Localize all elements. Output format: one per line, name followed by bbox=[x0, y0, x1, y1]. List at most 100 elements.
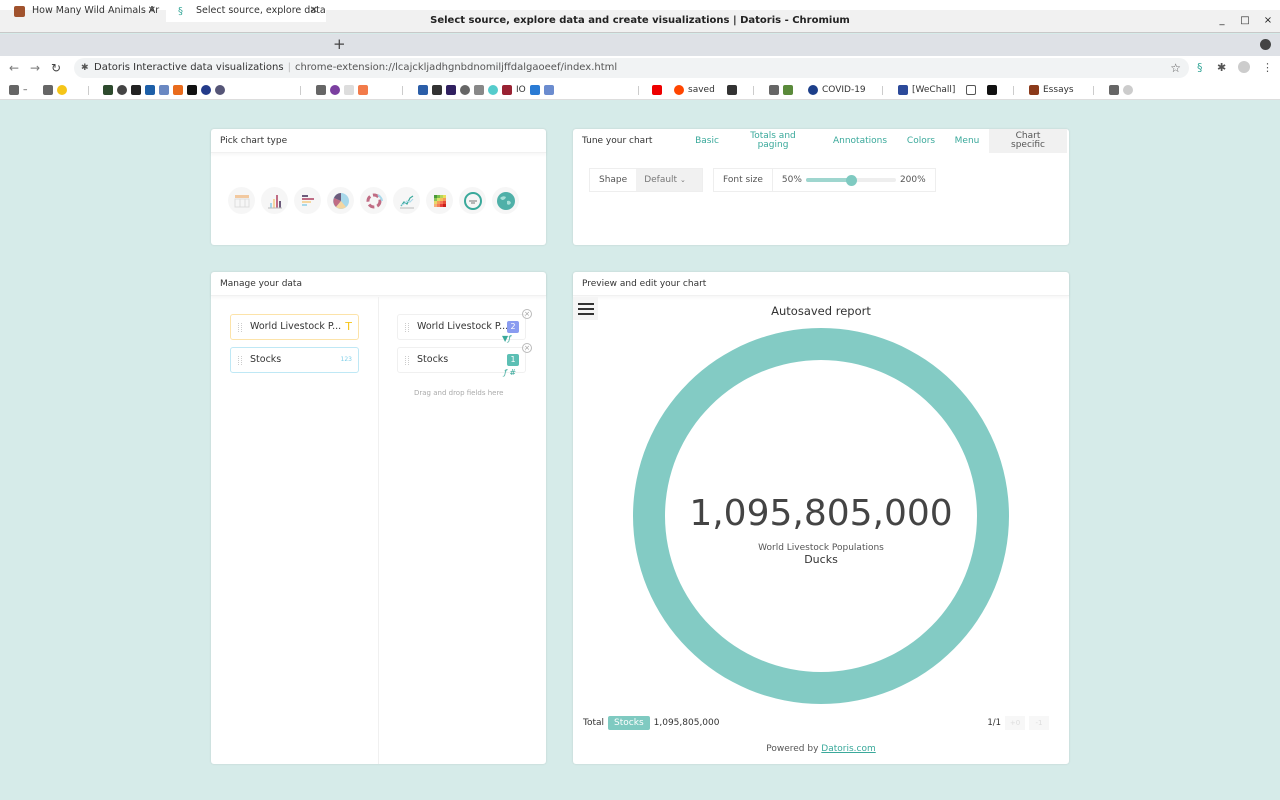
total-label: Total bbox=[583, 718, 605, 728]
bookmark-icon[interactable] bbox=[966, 84, 976, 96]
tab-colors[interactable]: Colors bbox=[897, 136, 945, 146]
reload-icon[interactable]: ↻ bbox=[51, 60, 61, 76]
remove-field-icon[interactable]: × bbox=[522, 343, 532, 353]
slider-knob[interactable] bbox=[845, 175, 857, 186]
bookmark-folder[interactable]: – bbox=[9, 84, 28, 96]
maximize-button[interactable]: □ bbox=[1234, 10, 1256, 33]
total-value: 1,095,805,000 bbox=[653, 718, 720, 728]
line-chart-type[interactable] bbox=[393, 187, 420, 214]
bookmark-icons-group[interactable]: IO bbox=[418, 84, 554, 96]
drop-hint: Drag and drop fields here bbox=[414, 389, 504, 397]
bookmark-icon[interactable] bbox=[727, 84, 737, 96]
bookmark-lock-icon[interactable] bbox=[987, 84, 997, 96]
sunburst-icon bbox=[366, 193, 383, 208]
pie-chart-type[interactable] bbox=[327, 187, 354, 214]
back-icon[interactable]: ← bbox=[9, 60, 19, 76]
map-icon bbox=[496, 191, 515, 210]
tab-wild-animals[interactable]: How Many Wild Animals Ar ✕ bbox=[2, 1, 164, 22]
bookmark-icons-group[interactable] bbox=[103, 84, 225, 96]
address-bar[interactable]: ✱ Datoris Interactive data visualization… bbox=[74, 58, 1189, 78]
heatmap-chart-type[interactable] bbox=[426, 187, 453, 214]
heatmap-icon bbox=[433, 194, 446, 207]
bookmark-icons-group[interactable] bbox=[316, 84, 368, 96]
column-chart-type[interactable] bbox=[261, 187, 288, 214]
tab-totals-paging[interactable]: Totals and paging bbox=[723, 132, 823, 150]
minimize-button[interactable]: _ bbox=[1211, 10, 1233, 33]
tab-basic[interactable]: Basic bbox=[691, 136, 723, 146]
chevron-down-icon: ⌄ bbox=[679, 176, 686, 184]
available-field-stocks[interactable]: Stocks 123 bbox=[230, 347, 359, 373]
order-badge: 2 bbox=[507, 321, 519, 333]
pager-prev-button[interactable]: -1 bbox=[1029, 716, 1049, 730]
profile-icon[interactable] bbox=[1238, 61, 1250, 73]
bookmark-covid[interactable]: COVID-19 bbox=[808, 84, 866, 96]
bookmark-separator bbox=[753, 86, 754, 95]
close-tab-icon[interactable]: ✕ bbox=[310, 1, 318, 21]
shape-select[interactable]: Default ⌄ bbox=[636, 169, 703, 191]
tab-datoris[interactable]: § Select source, explore data ✕ bbox=[166, 1, 326, 22]
bookmark-separator bbox=[300, 86, 301, 95]
bookmark-folder[interactable] bbox=[43, 84, 67, 96]
drag-handle-icon[interactable] bbox=[405, 323, 409, 332]
panel-title: Manage your data bbox=[211, 272, 546, 296]
manage-data-panel: Manage your data World Livestock P... T … bbox=[211, 272, 546, 764]
new-tab-button[interactable]: + bbox=[333, 35, 346, 53]
font-max-label: 200% bbox=[899, 175, 926, 185]
remove-field-icon[interactable]: × bbox=[522, 309, 532, 319]
line-chart-icon bbox=[399, 195, 414, 208]
drag-handle-icon[interactable] bbox=[238, 323, 242, 332]
bookmark-star-icon[interactable]: ☆ bbox=[1170, 58, 1181, 78]
bookmark-youtube[interactable] bbox=[652, 84, 662, 96]
order-badge: 1 bbox=[507, 354, 519, 366]
extensions-puzzle-icon[interactable]: ✱ bbox=[1217, 61, 1226, 75]
close-window-button[interactable]: × bbox=[1257, 10, 1279, 33]
bar-chart-icon bbox=[301, 194, 314, 206]
tab-label: Select source, explore data bbox=[196, 5, 326, 16]
donut-chart-type[interactable] bbox=[459, 187, 486, 214]
drag-handle-icon[interactable] bbox=[238, 356, 242, 365]
tab-label: How Many Wild Animals Ar bbox=[32, 5, 160, 16]
tab-search-icon[interactable] bbox=[1260, 39, 1271, 50]
total-row: Total Stocks 1,095,805,000 bbox=[583, 716, 719, 730]
bookmark-separator bbox=[402, 86, 403, 95]
bookmark-wechall[interactable]: [WeChall] bbox=[898, 84, 955, 96]
pie-chart-icon bbox=[332, 192, 349, 209]
available-field-livestock[interactable]: World Livestock P... T bbox=[230, 314, 359, 340]
table-chart-type[interactable] bbox=[228, 187, 255, 214]
tab-favicon bbox=[14, 6, 25, 17]
forward-icon[interactable]: → bbox=[30, 60, 40, 76]
powered-by: Powered by Datoris.com bbox=[766, 744, 876, 754]
panel-title: Pick chart type bbox=[211, 129, 546, 153]
pager-next-button[interactable]: +0 bbox=[1005, 716, 1025, 730]
sunburst-chart-type[interactable] bbox=[360, 187, 387, 214]
bookmark-separator bbox=[1093, 86, 1094, 95]
font-min-label: 50% bbox=[781, 175, 802, 185]
font-size-slider[interactable] bbox=[805, 169, 896, 191]
tab-annotations[interactable]: Annotations bbox=[823, 136, 897, 146]
tab-menu[interactable]: Menu bbox=[945, 136, 989, 146]
map-chart-type[interactable] bbox=[492, 187, 519, 214]
bookmark-saved[interactable]: saved bbox=[674, 84, 715, 96]
function-number-icons[interactable]: ƒ # bbox=[504, 368, 516, 377]
bookmark-essays[interactable]: Essays bbox=[1029, 84, 1074, 96]
preview-panel: Preview and edit your chart Autosaved re… bbox=[573, 272, 1069, 764]
bookmark-folder[interactable] bbox=[1109, 84, 1133, 96]
bar-chart-type[interactable] bbox=[294, 187, 321, 214]
datoris-favicon: § bbox=[178, 6, 183, 17]
menu-kebab-icon[interactable]: ⋮ bbox=[1262, 61, 1273, 75]
filter-function-icons[interactable]: ▼ƒ bbox=[502, 334, 511, 343]
donut-center-value: 1,095,805,000 bbox=[689, 493, 953, 534]
drag-handle-icon[interactable] bbox=[405, 356, 409, 365]
panel-title: Tune your chart bbox=[582, 136, 653, 146]
datoris-extension-icon[interactable]: § bbox=[1197, 61, 1203, 75]
total-series-chip: Stocks bbox=[608, 716, 650, 730]
tab-chart-specific[interactable]: Chart specific bbox=[989, 129, 1067, 153]
tab-bar bbox=[0, 34, 1280, 56]
close-tab-icon[interactable]: ✕ bbox=[148, 1, 156, 21]
url-text: chrome-extension://lcajckljadhgnbdnomilj… bbox=[294, 62, 618, 73]
chart-type-list bbox=[228, 187, 519, 214]
slider-fill bbox=[805, 178, 851, 182]
datoris-link[interactable]: Datoris.com bbox=[821, 744, 875, 754]
shape-control: Shape Default ⌄ bbox=[589, 168, 704, 192]
bookmark-folder[interactable] bbox=[769, 84, 793, 96]
